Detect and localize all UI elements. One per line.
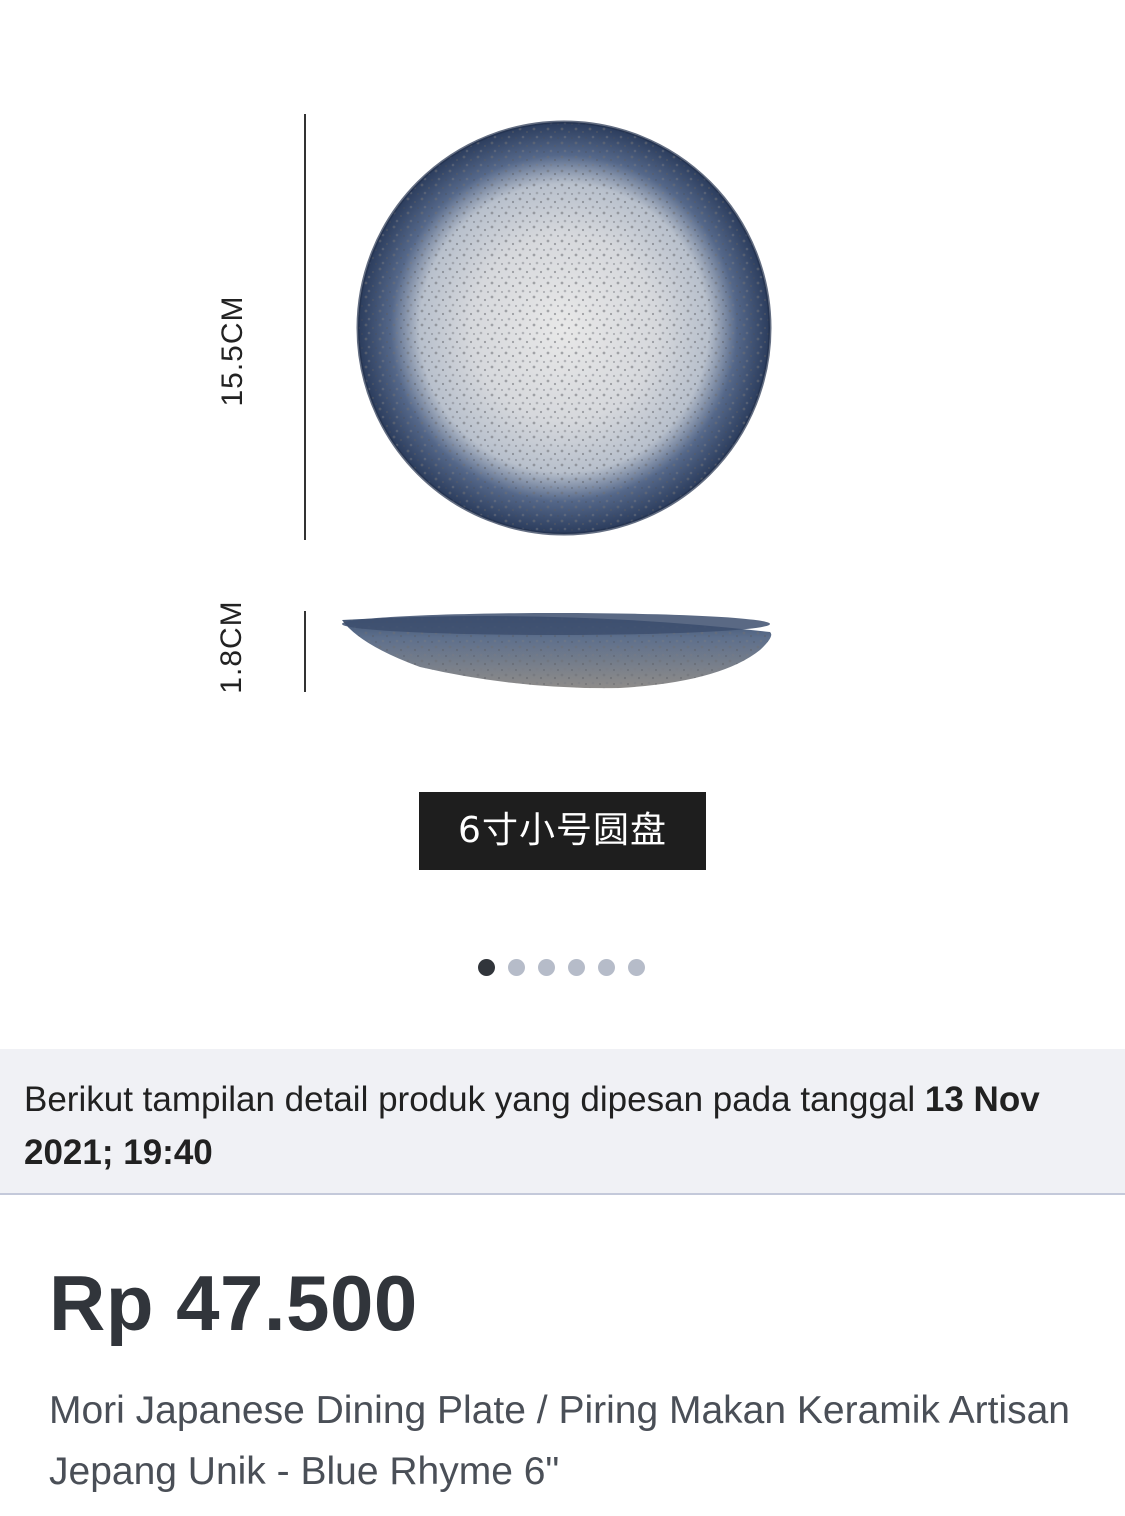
- order-date-banner: Berikut tampilan detail produk yang dipe…: [0, 1049, 1125, 1195]
- carousel-dot-6[interactable]: [628, 959, 645, 976]
- carousel-dot-3[interactable]: [538, 959, 555, 976]
- order-banner-text: Berikut tampilan detail produk yang dipe…: [24, 1080, 925, 1119]
- product-price: Rp 47.500: [49, 1259, 418, 1347]
- depth-dimension-label: 1.8CM: [215, 600, 248, 694]
- carousel-dot-4[interactable]: [568, 959, 585, 976]
- product-image-gallery[interactable]: 15.5CM 1.8CM 6寸小号圆盘: [0, 0, 1125, 1049]
- carousel-dot-1[interactable]: [478, 959, 495, 976]
- product-name: Mori Japanese Dining Plate / Piring Maka…: [49, 1389, 1070, 1493]
- size-tag-label: 6寸小号圆盘: [419, 792, 706, 870]
- plate-product-image: [304, 114, 772, 692]
- height-dimension-label: 15.5CM: [216, 295, 249, 407]
- carousel-dot-2[interactable]: [508, 959, 525, 976]
- carousel-dot-5[interactable]: [598, 959, 615, 976]
- carousel-indicator[interactable]: [478, 959, 645, 976]
